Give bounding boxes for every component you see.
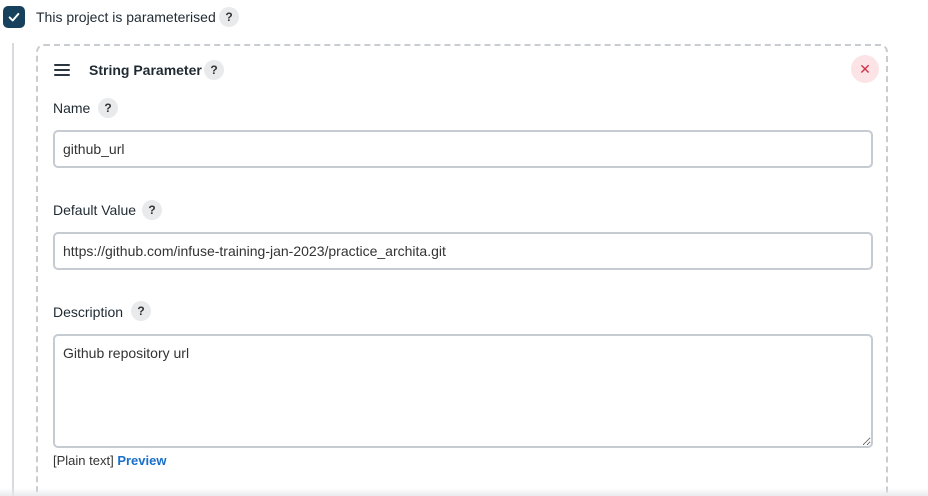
markup-formatter-line: [Plain text] Preview <box>53 453 166 468</box>
name-help-icon[interactable]: ? <box>98 98 118 118</box>
close-icon: ✕ <box>859 60 871 77</box>
default-value-label: Default Value <box>53 202 137 218</box>
preview-link[interactable]: Preview <box>117 453 166 468</box>
default-value-input[interactable] <box>53 232 873 270</box>
markup-type-label: [Plain text] <box>53 453 114 468</box>
parameterised-help-icon[interactable]: ? <box>219 7 239 27</box>
parameterised-checkbox[interactable] <box>3 6 25 28</box>
parameter-type-help-icon[interactable]: ? <box>204 60 224 80</box>
parameters-section: This project is parameterised ? String P… <box>0 0 928 496</box>
parameter-type-title: String Parameter <box>89 62 202 78</box>
default-value-help-icon[interactable]: ? <box>142 200 162 220</box>
description-label: Description <box>53 304 124 320</box>
drag-handle-icon[interactable] <box>54 64 70 76</box>
bottom-bar-shadow <box>0 488 928 496</box>
section-rail <box>12 43 14 496</box>
check-icon <box>8 12 20 22</box>
delete-parameter-button[interactable]: ✕ <box>851 55 879 83</box>
name-input[interactable] <box>53 130 873 168</box>
name-label: Name <box>53 100 91 116</box>
description-textarea[interactable]: Github repository url <box>53 334 873 448</box>
description-help-icon[interactable]: ? <box>131 301 151 321</box>
parameterised-label: This project is parameterised <box>36 9 216 25</box>
